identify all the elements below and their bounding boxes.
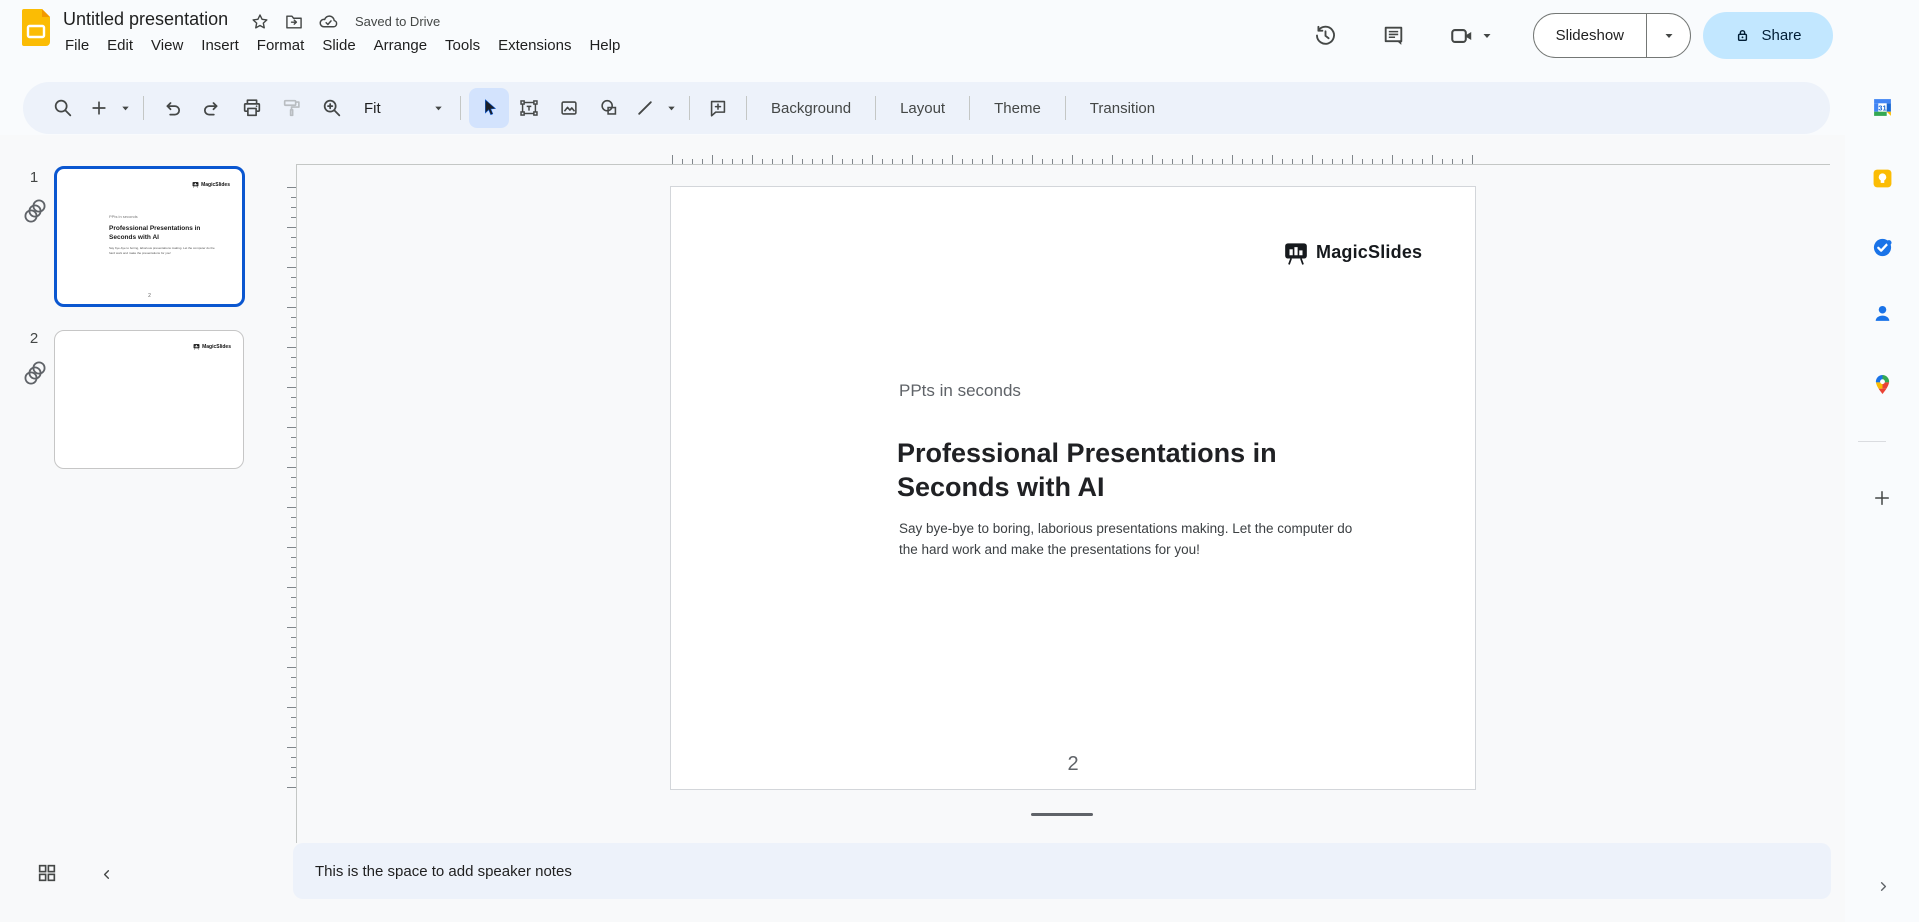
google-calendar-icon[interactable]: 31 <box>1871 96 1893 118</box>
paint-format-button[interactable] <box>272 88 312 128</box>
grid-view-button[interactable] <box>30 856 64 890</box>
slide-brand-text: MagicSlides <box>1316 242 1422 263</box>
svg-text:31: 31 <box>1878 103 1886 112</box>
thumbnail-body: Say bye-bye to boring, laborious present… <box>109 246 221 255</box>
theme-button[interactable]: Theme <box>978 88 1057 128</box>
magicslides-logo-icon <box>1283 239 1309 265</box>
text-box-tool-button[interactable] <box>509 88 549 128</box>
slide-brand-logo[interactable]: MagicSlides <box>1283 239 1422 265</box>
insert-comment-button[interactable] <box>698 88 738 128</box>
toolbar-separator <box>452 96 469 120</box>
toolbar: Fit <box>23 82 1830 134</box>
document-title[interactable]: Untitled presentation <box>63 9 228 30</box>
cloud-saved-icon[interactable] <box>318 11 339 32</box>
slide-1-animations-icon[interactable] <box>22 198 48 226</box>
layout-button[interactable]: Layout <box>884 88 961 128</box>
menu-help[interactable]: Help <box>580 34 629 57</box>
magicslides-logo-icon <box>193 343 200 350</box>
slideshow-options-button[interactable] <box>1646 14 1690 57</box>
google-keep-icon[interactable] <box>1871 167 1893 189</box>
google-tasks-icon[interactable] <box>1871 236 1893 258</box>
slide-page-number: 2 <box>671 753 1475 776</box>
meet-options-caret-icon[interactable] <box>1481 30 1493 42</box>
slide-canvas[interactable]: MagicSlides PPts in seconds Professional… <box>670 186 1476 790</box>
saved-status[interactable]: Saved to Drive <box>355 14 440 29</box>
toolbar-separator <box>1057 96 1074 120</box>
show-side-panel-button[interactable] <box>1873 876 1893 896</box>
lock-icon <box>1734 27 1751 44</box>
thumbnail-page-number: 2 <box>57 293 242 299</box>
slide-title-text[interactable]: Professional Presentations in Seconds wi… <box>897 437 1377 505</box>
line-options-caret-icon[interactable] <box>661 103 681 114</box>
slide-kicker-text[interactable]: PPts in seconds <box>899 381 1021 401</box>
google-contacts-icon[interactable] <box>1871 302 1893 324</box>
toolbar-separator <box>135 96 152 120</box>
notes-resize-handle[interactable] <box>1031 813 1093 816</box>
comments-icon[interactable] <box>1381 23 1407 49</box>
toolbar-separator <box>738 96 755 120</box>
move-to-folder-icon[interactable] <box>284 12 304 32</box>
slide-thumbnail-1[interactable]: MagicSlides PPts in seconds Professional… <box>54 166 245 307</box>
thumbnail-brand-logo: MagicSlides <box>192 181 230 188</box>
menu-insert[interactable]: Insert <box>192 34 248 57</box>
horizontal-ruler-minor-ticks <box>672 159 1477 164</box>
slide-2-animations-icon[interactable] <box>22 360 48 388</box>
slide-thumbnail-2[interactable]: MagicSlides <box>54 330 244 469</box>
slide-2-number: 2 <box>18 330 50 347</box>
menu-format[interactable]: Format <box>248 34 314 57</box>
google-slides-logo-icon[interactable] <box>22 9 50 46</box>
share-label: Share <box>1761 27 1801 44</box>
get-add-ons-button[interactable] <box>1870 486 1894 510</box>
slide-body-text[interactable]: Say bye-bye to boring, laborious present… <box>899 519 1361 561</box>
zoom-caret-icon <box>433 103 444 114</box>
magicslides-logo-icon <box>192 181 199 188</box>
menu-extensions[interactable]: Extensions <box>489 34 580 57</box>
new-slide-caret-icon[interactable] <box>115 103 135 114</box>
search-menus-icon[interactable] <box>43 88 83 128</box>
side-panel-rail: 31 <box>1845 0 1919 922</box>
speaker-notes-text: This is the space to add speaker notes <box>315 863 572 880</box>
toolbar-separator <box>867 96 884 120</box>
menu-file[interactable]: File <box>56 34 98 57</box>
menu-tools[interactable]: Tools <box>436 34 489 57</box>
slide-1-number: 1 <box>18 169 50 186</box>
redo-button[interactable] <box>192 88 232 128</box>
menu-bar: File Edit View Insert Format Slide Arran… <box>56 34 629 57</box>
background-button[interactable]: Background <box>755 88 867 128</box>
thumbnail-kicker: PPts in seconds <box>109 214 138 219</box>
thumbnail-brand-logo: MagicSlides <box>193 343 231 350</box>
google-maps-icon[interactable] <box>1871 373 1893 395</box>
undo-button[interactable] <box>152 88 192 128</box>
zoom-select[interactable]: Fit <box>352 88 452 128</box>
insert-line-button[interactable] <box>629 88 661 128</box>
vertical-ruler-minor-ticks <box>291 187 296 791</box>
slideshow-button-group: Slideshow <box>1533 13 1691 58</box>
star-icon[interactable] <box>250 12 270 32</box>
version-history-icon[interactable] <box>1313 23 1339 49</box>
speaker-notes-input[interactable]: This is the space to add speaker notes <box>293 843 1831 899</box>
slideshow-button[interactable]: Slideshow <box>1534 14 1646 57</box>
menu-slide[interactable]: Slide <box>313 34 364 57</box>
insert-image-button[interactable] <box>549 88 589 128</box>
menu-view[interactable]: View <box>142 34 192 57</box>
canvas-left-border <box>296 164 297 843</box>
transition-button[interactable]: Transition <box>1074 88 1171 128</box>
print-button[interactable] <box>232 88 272 128</box>
side-panel-divider <box>1858 441 1886 442</box>
toolbar-separator <box>961 96 978 120</box>
select-tool-button[interactable] <box>469 88 509 128</box>
share-button[interactable]: Share <box>1703 12 1833 59</box>
thumbnail-title: Professional Presentations in Seconds wi… <box>109 225 229 243</box>
toolbar-separator <box>681 96 698 120</box>
menu-edit[interactable]: Edit <box>98 34 142 57</box>
collapse-filmstrip-button[interactable] <box>92 860 120 888</box>
insert-shape-button[interactable] <box>589 88 629 128</box>
zoom-value: Fit <box>364 100 381 117</box>
menu-arrange[interactable]: Arrange <box>365 34 436 57</box>
zoom-in-icon[interactable] <box>312 88 352 128</box>
canvas-top-border <box>296 164 1830 165</box>
meet-camera-icon[interactable] <box>1449 23 1475 49</box>
new-slide-button[interactable] <box>83 88 115 128</box>
